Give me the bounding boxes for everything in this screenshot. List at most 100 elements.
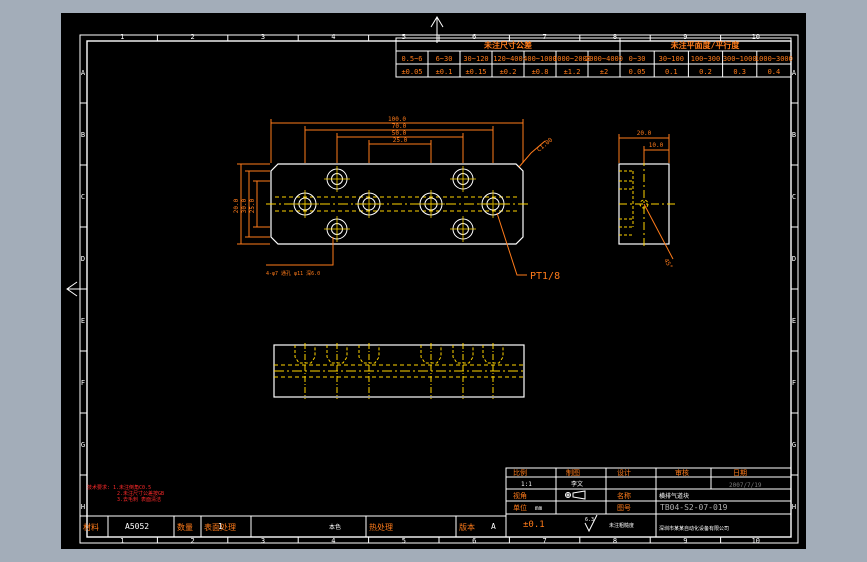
projection-symbol (565, 490, 586, 500)
tol-right-range: 100~300 (691, 55, 721, 63)
zone-column-label: 4 (331, 537, 335, 545)
zone-row-label: C (792, 193, 796, 201)
tb-roughness-label: 未注粗糙度 (609, 522, 634, 529)
tol-right-value: 0.05 (629, 68, 646, 76)
side-view: 20.0 10.0 45° (618, 130, 677, 271)
tb-header-review: 审核 (675, 468, 689, 477)
tol-right-range: 300~1000 (723, 55, 757, 63)
centering-mark-left (66, 281, 87, 297)
zone-column-label: 4 (331, 33, 335, 41)
tb-header-design: 设计 (617, 468, 631, 477)
mounting-hole (324, 216, 350, 242)
strip-qty-value: 1 (218, 522, 223, 531)
zone-column-label: 5 (402, 537, 406, 545)
tol-left-range: 6~30 (436, 55, 453, 63)
zone-row-label: F (81, 379, 85, 387)
dim-span-c: 25.0 (393, 137, 408, 144)
front-view: 100.0 70.0 50.0 25.0 20.0 30.0 25.0 C1.0… (233, 116, 560, 282)
mounting-hole (291, 190, 319, 218)
mounting-hole (450, 166, 476, 192)
dim-side-half: 10.0 (649, 142, 664, 149)
dim-height-c: 25.0 (249, 198, 256, 213)
zone-row-label: D (792, 255, 796, 263)
tb-header-date: 日期 (733, 469, 747, 477)
note-line-1: 技术要求: 1.未注倒角C0.5 (87, 484, 151, 491)
zone-column-label: 5 (402, 33, 406, 41)
mounting-hole (450, 216, 476, 242)
zone-column-label: 10 (752, 537, 760, 545)
tol-left-value: ±0.8 (532, 68, 549, 76)
tb-unit-label: 单位 (513, 503, 527, 512)
zone-column-label: 1 (120, 33, 124, 41)
zone-row-label: D (81, 255, 85, 263)
hidden-pocket (358, 343, 380, 399)
zone-column-label: 8 (613, 537, 617, 545)
strip-material-label: 材料 (83, 522, 99, 532)
zone-column-label: 1 (120, 537, 124, 545)
strip-version-value: A (491, 522, 496, 531)
strip-heat-label: 热处理 (369, 522, 393, 532)
drawing-sheet: 1 1 2 2 3 3 4 4 5 5 6 6 7 7 8 8 9 9 10 10 AABBCCDDEEFFGGHH … (61, 13, 806, 549)
tol-right-value: 0.1 (665, 68, 678, 76)
tb-view-label: 视角 (513, 491, 527, 500)
tb-company: 深圳市某某自动化设备有限公司 (659, 525, 729, 532)
technical-notes: 技术要求: 1.未注倒角C0.5 2.未注尺寸公差按GB 3.去毛刺 表面清洁 (87, 484, 164, 503)
port-label: PT1/8 (530, 271, 560, 282)
zone-column-label: 10 (752, 33, 760, 41)
mounting-hole (324, 166, 350, 192)
mounting-hole (479, 190, 507, 218)
drawing-canvas: 1122334455667788991010 A AB BC CD DE EF FG GH H … (66, 16, 799, 545)
zone-column-label: 9 (683, 537, 687, 545)
title-block (505, 467, 792, 538)
zone-column-label: 7 (542, 537, 546, 545)
dim-chamfer: C1.00 (536, 136, 555, 153)
zone-column-label: 9 (683, 33, 687, 41)
tb-header-drawing: 制图 (566, 468, 580, 477)
note-line-2: 2.未注尺寸公差按GB (117, 490, 164, 497)
zone-row-label: B (81, 131, 85, 139)
zone-row-label: F (792, 379, 796, 387)
zone-row-label: E (81, 317, 85, 325)
mounting-hole (417, 190, 445, 218)
tol-left-value: ±0.05 (401, 68, 422, 76)
dim-height-a: 20.0 (233, 198, 240, 213)
tol-right-range: 0~30 (629, 55, 646, 63)
zone-row-label: C (81, 193, 85, 201)
tol-left-range: 2000~4000 (585, 55, 623, 63)
zone-row-label: B (792, 131, 796, 139)
tol-left-range: 400~1000 (523, 55, 557, 63)
zone-row-label: E (792, 317, 796, 325)
tol-left-range: 30~120 (463, 55, 488, 63)
tb-unit-value: mm (535, 505, 543, 512)
strip-tolerance-value: ±0.1 (523, 520, 545, 530)
centering-mark-top (430, 16, 444, 43)
mounting-hole (355, 190, 383, 218)
tolerance-table: 未注尺寸公差 未注平面度/平行度 0.5~6 ±0.05 6~30 ±0.1 30~12… (395, 37, 793, 78)
tol-left-range: 120~400 (493, 55, 523, 63)
hole-note: 4-φ7 通孔 φ11 深6.0 (266, 270, 320, 277)
tb-header-scale: 比例 (513, 468, 527, 477)
zone-row-label: A (792, 69, 797, 77)
tol-right-range: 1000~3000 (755, 55, 793, 63)
tol-left-value: ±0.1 (436, 68, 453, 76)
tb-drawing-no-label: 图号 (617, 504, 631, 512)
tol-left-value: ±1.2 (564, 68, 581, 76)
tol-right-title: 未注平面度/平行度 (670, 40, 741, 50)
tb-drawing-no-value: TB04-S2-07-019 (660, 503, 728, 512)
zone-column-label: 2 (190, 33, 194, 41)
strip-material-value: A5052 (125, 522, 149, 531)
zone-column-label: 3 (261, 33, 265, 41)
strip-surface-value: 本色 (329, 523, 341, 531)
tb-drawn-by: 李文 (571, 480, 583, 488)
tb-scale-value: 1:1 (521, 481, 532, 488)
roughness-value: 6.3 (585, 517, 594, 523)
zone-row-label: G (792, 441, 796, 449)
dim-angle: 45° (662, 258, 673, 271)
dim-side-width: 20.0 (637, 130, 652, 137)
strip-qty-label: 数量 (177, 522, 193, 532)
note-line-3: 3.去毛刺 表面清洁 (117, 496, 161, 503)
tol-left-value: ±2 (600, 68, 608, 76)
zone-column-label: 6 (472, 537, 476, 545)
tol-left-title: 未注尺寸公差 (483, 40, 532, 50)
tb-name-value: 横排气道块 (659, 492, 689, 500)
